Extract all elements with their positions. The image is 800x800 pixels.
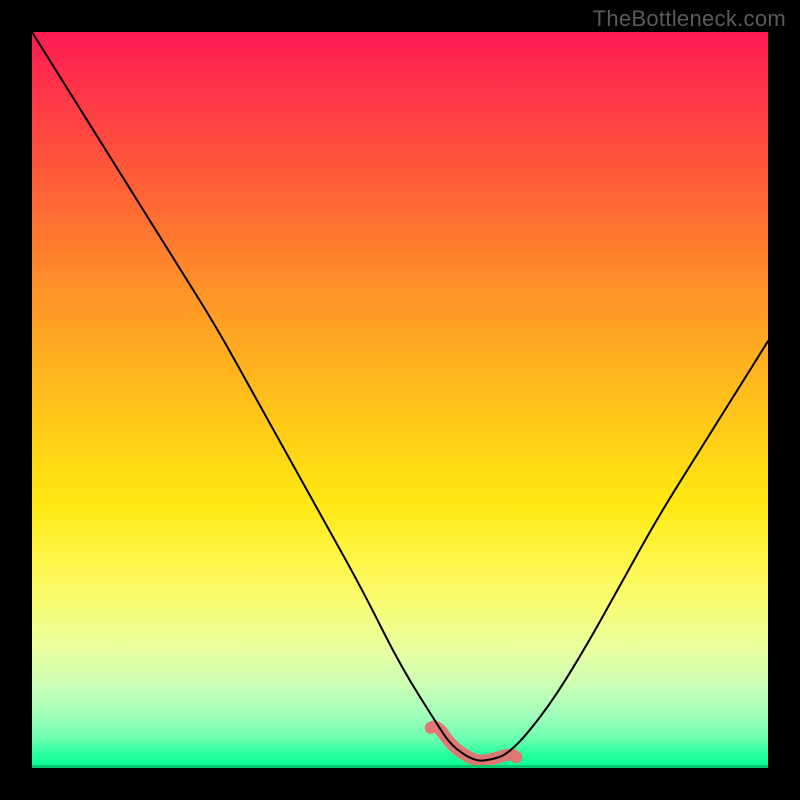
watermark-text: TheBottleneck.com: [593, 6, 786, 32]
bottleneck-curve: [32, 32, 768, 761]
curve-svg: [32, 32, 768, 768]
plot-area: [32, 32, 768, 768]
chart-frame: TheBottleneck.com: [0, 0, 800, 800]
